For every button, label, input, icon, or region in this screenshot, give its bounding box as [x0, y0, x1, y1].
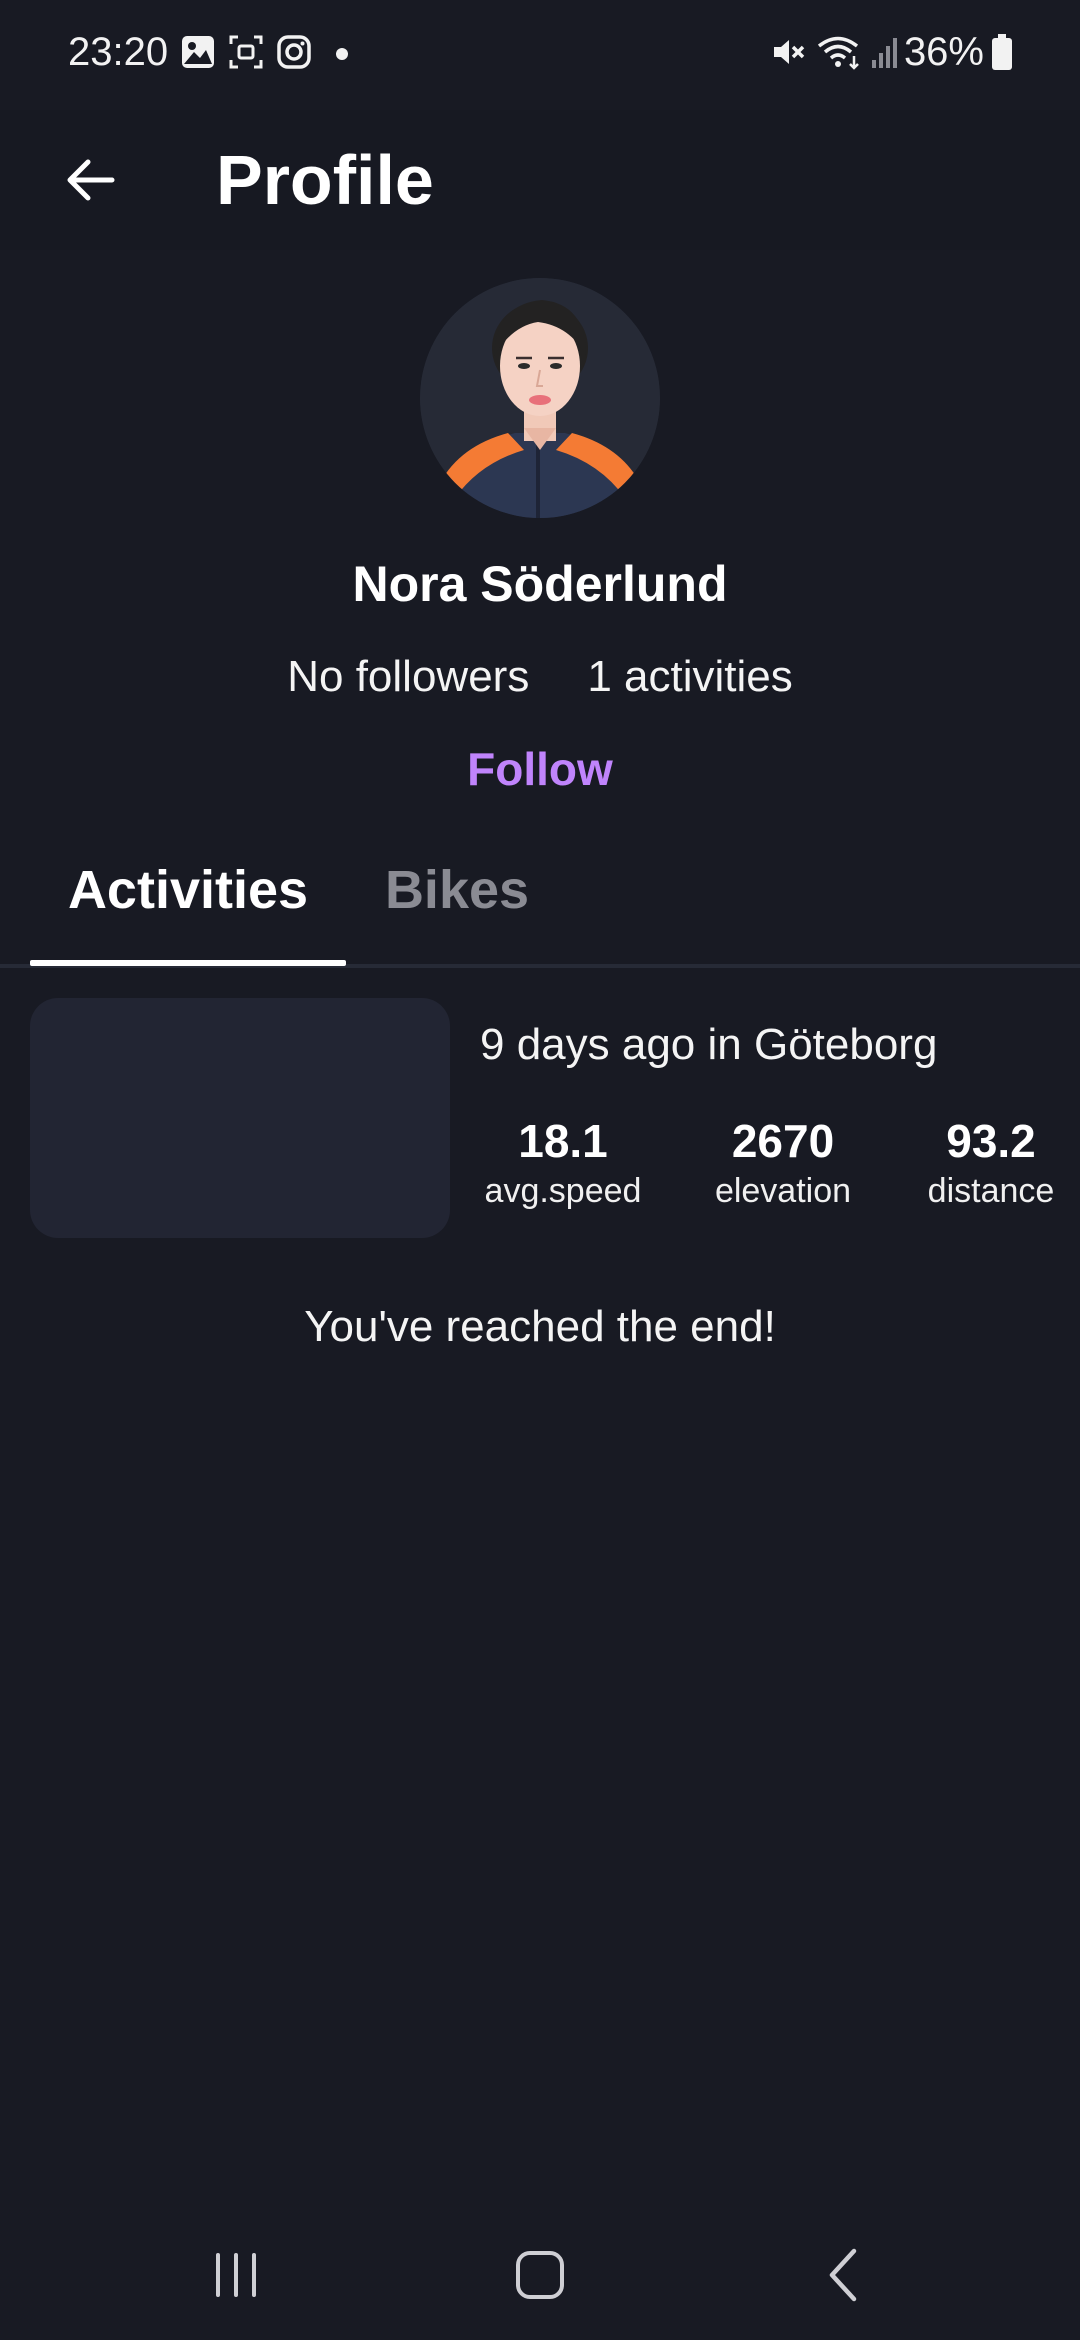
follow-button[interactable]: Follow: [440, 742, 640, 796]
wifi-icon: [817, 36, 859, 70]
instagram-icon: [277, 35, 311, 69]
metric-label: distance: [927, 1172, 1055, 1210]
profile-name: Nora Söderlund: [352, 556, 728, 612]
tab-bar: Activities Bikes: [0, 820, 1080, 968]
metric-label: elevation: [714, 1172, 852, 1210]
home-icon: [516, 2251, 564, 2299]
back-icon: [829, 2248, 857, 2302]
metric-avg-speed: 18.1 avg.speed: [470, 1116, 656, 1216]
metric-label: avg.speed: [484, 1172, 642, 1210]
nav-back-button[interactable]: [784, 2230, 904, 2320]
metric-elevation: 2670 elevation: [690, 1116, 876, 1216]
back-button[interactable]: [40, 130, 140, 230]
page-title: Profile: [216, 141, 434, 219]
battery-percentage: 36%: [903, 30, 984, 74]
metric-value: 18.1: [518, 1115, 608, 1167]
status-time: 23:20: [68, 30, 169, 74]
avatar-portrait-icon: [420, 278, 660, 518]
tab-activities[interactable]: Activities: [30, 820, 346, 960]
recent-apps-icon: [216, 2253, 256, 2297]
home-button[interactable]: [480, 2230, 600, 2320]
signal-icon: [872, 38, 897, 68]
activity-map-thumbnail[interactable]: [30, 998, 450, 1238]
avatar: [420, 278, 660, 518]
app-bar: Profile: [0, 110, 1080, 250]
profile-stats: No followers 1 activities: [0, 652, 1080, 702]
metric-value: 93.2: [946, 1115, 1036, 1167]
profile-screen: 23:20 36% Profile Nora Söderlund No foll…: [0, 0, 1080, 2340]
tab-selected-indicator: [30, 960, 346, 966]
recent-apps-button[interactable]: [176, 2230, 296, 2320]
activity-title: 9 days ago in Göteborg: [480, 1020, 938, 1069]
tab-bikes[interactable]: Bikes: [346, 820, 568, 960]
gallery-icon: [182, 36, 214, 68]
notification-dot-icon: [336, 48, 348, 60]
status-bar: 23:20 36%: [0, 0, 1080, 110]
activities-count[interactable]: 1 activities: [587, 652, 792, 702]
followers-count[interactable]: No followers: [287, 652, 529, 702]
screenshot-icon: [229, 35, 263, 69]
metric-value: 2670: [731, 1115, 835, 1167]
system-nav-bar: [0, 2210, 1080, 2340]
battery-icon: [992, 34, 1012, 70]
metric-distance: 93.2 distance: [906, 1116, 1076, 1216]
arrow-left-icon: [67, 159, 115, 201]
activity-card[interactable]: 9 days ago in Göteborg 18.1 avg.speed 26…: [30, 998, 1080, 1238]
end-of-list-message: You've reached the end!: [304, 1302, 776, 1351]
mute-icon: [774, 40, 805, 64]
